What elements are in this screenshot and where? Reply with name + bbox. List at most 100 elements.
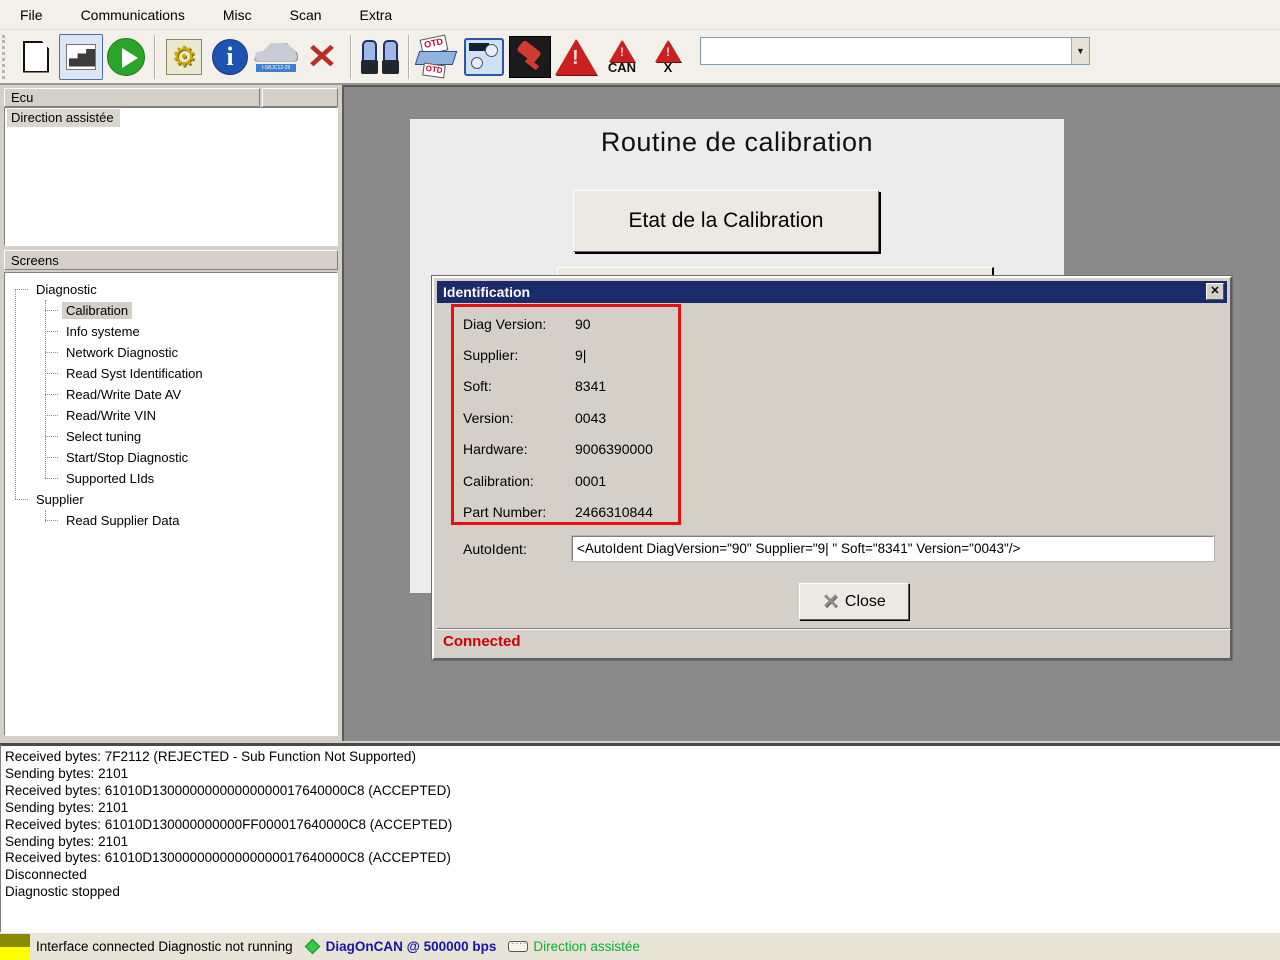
autoident-label: AutoIdent: — [463, 540, 527, 557]
close-x-icon: ✕ — [822, 590, 839, 613]
tree-item-supplier[interactable]: Supplier — [5, 489, 337, 510]
ecu-list-header: Ecu — [4, 88, 338, 107]
toolbar-separator — [154, 34, 156, 79]
log-line: Diagnostic stopped — [5, 884, 120, 900]
warning-button[interactable] — [553, 33, 599, 81]
application-window: File Communications Misc Scan Extra ⚙ i … — [0, 0, 1280, 960]
delete-button[interactable]: ✕ — [299, 33, 345, 81]
vehicle-button[interactable]: I-SBJC12-29 — [253, 33, 299, 81]
combobox-dropdown-arrow[interactable]: ▼ — [1071, 38, 1089, 64]
menu-file[interactable]: File — [16, 4, 47, 26]
log-line: Sending bytes: 2101 — [5, 833, 129, 849]
car-icon: I-SBJC12-29 — [254, 42, 298, 72]
x-warning-label: X — [663, 59, 673, 75]
dialog-close-icon[interactable]: ✕ — [1206, 283, 1224, 300]
field-hardware: Hardware: 9006390000 — [463, 441, 653, 458]
connector-icon — [508, 938, 529, 952]
close-button[interactable]: ✕ Close — [799, 583, 909, 620]
tree-item-start-stop-diagnostic[interactable]: Start/Stop Diagnostic — [5, 447, 337, 468]
tree-item-calibration[interactable]: Calibration — [5, 300, 337, 321]
obd-connector-button[interactable]: OTD OTD — [414, 33, 461, 81]
field-calibration: Calibration: 0001 — [463, 472, 607, 489]
toolbar-grip — [2, 34, 10, 79]
can-warning-button[interactable]: CAN — [599, 33, 645, 81]
x-warning-button[interactable]: X — [645, 33, 691, 81]
toolbar-separator — [408, 34, 410, 79]
field-part-number: Part Number: 2466310844 — [463, 504, 653, 521]
menu-scan[interactable]: Scan — [286, 4, 326, 26]
tree-item-supported-lids[interactable]: Supported LIds — [5, 468, 337, 489]
close-button-label: Close — [844, 592, 886, 610]
run-button[interactable] — [103, 33, 149, 81]
autoident-input[interactable] — [571, 535, 1215, 562]
field-soft: Soft: 8341 — [463, 378, 607, 395]
info-button[interactable]: i — [207, 33, 253, 81]
tree-connector — [45, 300, 46, 478]
new-document-icon — [23, 40, 49, 73]
screens-header: Screens — [4, 250, 338, 270]
toolbar: ⚙ i I-SBJC12-29 ✕ OTDOTD CAN X ▼ — [0, 30, 1280, 85]
status-bar: Interface connected Diagnostic not runni… — [0, 932, 1280, 960]
tree-item-read-syst-identification[interactable]: Read Syst Identification — [5, 363, 337, 384]
ecu-column-header-empty[interactable] — [262, 88, 338, 107]
identification-fields: Diag Version: 90 Supplier: 9| Soft: 8341 Ve… — [463, 308, 653, 528]
plug-icon — [509, 35, 551, 78]
control-panel-icon — [464, 37, 504, 76]
field-diag-version: Diag Version: 90 — [463, 315, 591, 332]
control-panel-button[interactable] — [461, 33, 507, 81]
connected-status: Connected — [443, 633, 521, 650]
search-button[interactable] — [357, 33, 403, 81]
menu-misc[interactable]: Misc — [219, 4, 256, 26]
info-icon: i — [212, 38, 248, 75]
steps-button[interactable] — [59, 33, 103, 80]
can-warning-icon — [608, 39, 635, 62]
x-warning-icon — [655, 39, 681, 62]
interface-status-text: Interface connected Diagnostic not runni… — [36, 939, 293, 954]
protocol-status-text: DiagOnCAN @ 500000 bps — [325, 939, 497, 954]
dialog-status-strip: Connected — [437, 628, 1231, 655]
identification-dialog: Identification ✕ Diag Version: 90 Supplie… — [431, 275, 1233, 661]
log-line: Disconnected — [5, 867, 87, 883]
combobox-field[interactable] — [701, 38, 1071, 64]
etat-calibration-button[interactable]: Etat de la Calibration — [573, 190, 879, 252]
tree-item-read-write-vin[interactable]: Read/Write VIN — [5, 405, 337, 426]
communication-log: Received bytes: 7F2112 (REJECTED - Sub F… — [0, 743, 1280, 932]
tree-item-read-supplier-data[interactable]: Read Supplier Data — [5, 510, 337, 531]
tree-item-info-systeme[interactable]: Info systeme — [5, 321, 337, 342]
screen-title: Routine de calibration — [600, 127, 874, 157]
screens-tree: Diagnostic Calibration Info systeme Netw… — [4, 272, 338, 736]
gear-icon: ⚙ — [166, 38, 202, 75]
steps-icon — [66, 43, 96, 70]
dialog-titlebar[interactable]: Identification ✕ — [437, 281, 1227, 303]
log-line: Sending bytes: 2101 — [5, 765, 129, 781]
dialog-title: Identification — [443, 284, 531, 300]
interface-status-indicator — [0, 933, 30, 960]
plug-button[interactable] — [507, 33, 553, 81]
tree-item-diagnostic[interactable]: Diagnostic — [5, 279, 337, 300]
field-supplier: Supplier: 9| — [463, 347, 587, 364]
active-ecu-text: Direction assistée — [533, 939, 640, 954]
log-line: Sending bytes: 2101 — [5, 799, 129, 815]
can-warning-label: CAN — [607, 59, 637, 75]
menu-extra[interactable]: Extra — [356, 4, 397, 26]
binoculars-icon — [361, 39, 399, 74]
menu-bar: File Communications Misc Scan Extra — [0, 0, 1280, 30]
tree-item-network-diagnostic[interactable]: Network Diagnostic — [5, 342, 337, 363]
tree-connector — [45, 510, 46, 522]
tree-item-read-write-date-av[interactable]: Read/Write Date AV — [5, 384, 337, 405]
obd-connector-icon: OTD OTD — [414, 33, 459, 78]
log-line: Received bytes: 61010D130000000000FF0000… — [5, 816, 453, 832]
ecu-column-header[interactable]: Ecu — [4, 88, 260, 107]
tree-connector — [15, 289, 16, 499]
ecu-list-item[interactable]: Direction assistée — [7, 109, 120, 127]
red-x-icon: ✕ — [306, 37, 338, 76]
log-line: Received bytes: 61010D130000000000000000… — [5, 782, 451, 798]
settings-button[interactable]: ⚙ — [161, 33, 207, 81]
menu-communications[interactable]: Communications — [77, 4, 189, 26]
connection-diamond-icon — [304, 938, 320, 955]
field-version: Version: 0043 — [463, 409, 607, 426]
ecu-list: Direction assistée — [4, 107, 338, 246]
toolbar-combobox[interactable]: ▼ — [700, 37, 1090, 65]
tree-item-select-tuning[interactable]: Select tuning — [5, 426, 337, 447]
new-document-button[interactable] — [13, 33, 59, 81]
